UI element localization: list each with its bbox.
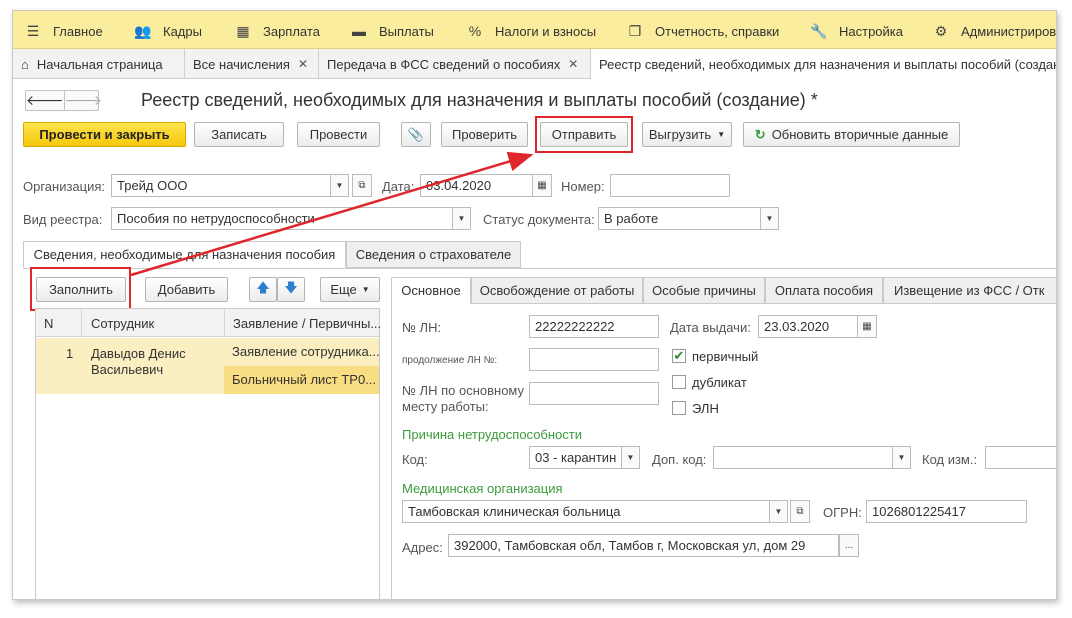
app-window: ☰ Главное 👥 Кадры ▦ Зарплата ▬ Выплаты % Нало… — [12, 10, 1057, 600]
annotation-arrows — [130, 151, 534, 277]
arrow-fill-to-send — [130, 151, 534, 277]
